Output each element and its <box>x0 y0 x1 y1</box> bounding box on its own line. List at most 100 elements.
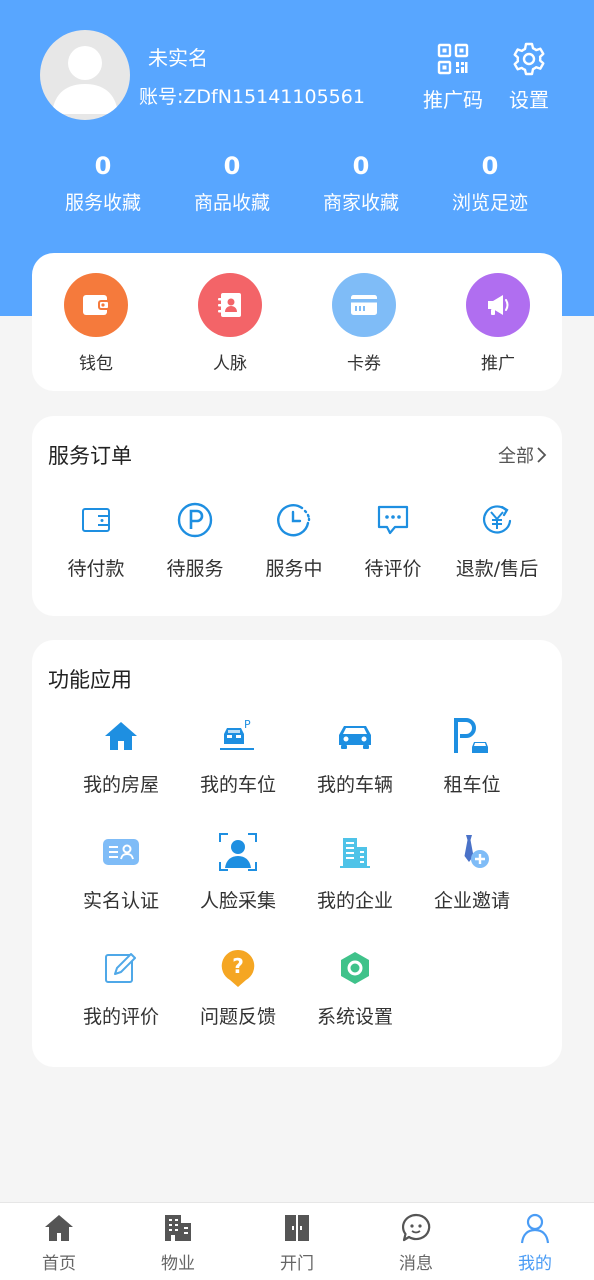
chevron-right-icon <box>537 447 547 463</box>
view-all-label: 全部 <box>498 446 534 467</box>
order-status-label: 退款/售后 <box>455 558 539 580</box>
home-icon <box>45 1215 73 1241</box>
card-icon <box>332 273 396 337</box>
function-label: 我的企业 <box>316 890 393 912</box>
tab-label: 消息 <box>399 1254 433 1274</box>
func-feedback[interactable]: ? 问题反馈 <box>183 946 293 1029</box>
function-label: 我的车辆 <box>316 774 393 796</box>
tab-mine[interactable]: 我的 <box>495 1211 575 1274</box>
parking-spot-icon: P <box>220 718 254 750</box>
order-pending-service[interactable]: 待服务 <box>145 500 245 581</box>
order-status-label: 待服务 <box>166 558 224 580</box>
tab-home[interactable]: 首页 <box>19 1211 99 1274</box>
id-card-icon <box>103 839 139 865</box>
order-in-service[interactable]: 服务中 <box>244 500 344 581</box>
func-my-enterprise[interactable]: 我的企业 <box>300 830 410 913</box>
stat-value: 0 <box>94 152 112 180</box>
wallet-icon <box>64 273 128 337</box>
bottom-tab-bar: 首页 物业 开门 消息 我的 <box>0 1202 594 1280</box>
order-pending-payment[interactable]: 待付款 <box>46 500 146 581</box>
order-status-label: 待付款 <box>67 558 125 580</box>
stat-label: 商家收藏 <box>322 192 399 214</box>
func-enterprise-invite[interactable]: 企业邀请 <box>417 830 527 913</box>
function-label: 系统设置 <box>316 1006 393 1028</box>
car-icon <box>339 726 371 749</box>
quick-action-label: 钱包 <box>79 354 113 374</box>
func-my-vehicle[interactable]: 我的车辆 <box>300 714 410 797</box>
service-orders-title: 服务订单 <box>48 444 132 468</box>
quick-contacts[interactable]: 人脉 <box>185 273 275 374</box>
tab-property[interactable]: 物业 <box>138 1211 218 1274</box>
func-my-house[interactable]: 我的房屋 <box>66 714 176 797</box>
question-icon: ? <box>221 949 255 987</box>
gear-icon <box>513 42 545 76</box>
func-face-capture[interactable]: 人脸采集 <box>183 830 293 913</box>
tab-label: 首页 <box>42 1254 76 1274</box>
functions-card: 功能应用 我的房屋 P 我的车位 我的车辆 租车位 实名认证 人脸采集 我的企业… <box>32 640 562 1067</box>
quick-action-label: 卡券 <box>347 354 381 374</box>
quick-action-label: 推广 <box>481 354 515 374</box>
stat-browse-history[interactable]: 0 浏览足迹 <box>430 150 550 215</box>
promo-code-label: 推广码 <box>423 88 483 112</box>
function-label: 我的评价 <box>82 1006 159 1028</box>
stat-label: 服务收藏 <box>64 192 141 214</box>
order-pending-review[interactable]: 待评价 <box>343 500 443 581</box>
contacts-icon <box>198 273 262 337</box>
rent-parking-icon <box>454 718 488 753</box>
user-name: 未实名 <box>148 46 208 70</box>
stat-service-favorites[interactable]: 0 服务收藏 <box>43 150 163 215</box>
quick-coupons[interactable]: 卡券 <box>319 273 409 374</box>
quick-actions-card: 钱包 人脉 卡券 推广 <box>32 253 562 391</box>
stat-value: 0 <box>352 152 370 180</box>
func-my-parking-spot[interactable]: P 我的车位 <box>183 714 293 797</box>
refund-yen-icon <box>483 505 512 534</box>
svg-text:P: P <box>244 718 251 731</box>
tab-label: 物业 <box>161 1254 195 1274</box>
func-rent-parking[interactable]: 租车位 <box>417 714 527 797</box>
megaphone-icon <box>466 273 530 337</box>
func-system-settings[interactable]: 系统设置 <box>300 946 410 1029</box>
tab-label: 开门 <box>280 1254 314 1274</box>
settings-label: 设置 <box>509 88 549 112</box>
settings-button[interactable]: 设置 <box>496 40 562 113</box>
house-icon <box>105 722 137 750</box>
comment-icon <box>377 505 409 535</box>
stat-product-favorites[interactable]: 0 商品收藏 <box>172 150 292 215</box>
order-status-label: 待评价 <box>364 558 422 580</box>
stat-label: 浏览足迹 <box>451 192 528 214</box>
service-orders-card: 服务订单 全部 待付款 待服务 服务中 待评价 退款/售后 <box>32 416 562 616</box>
user-account: 账号:ZDfN15141105561 <box>139 86 365 108</box>
quick-action-label: 人脉 <box>213 354 247 374</box>
avatar[interactable] <box>40 30 130 120</box>
quick-wallet[interactable]: 钱包 <box>51 273 141 374</box>
func-my-reviews[interactable]: 我的评价 <box>66 946 176 1029</box>
tab-label: 我的 <box>518 1254 552 1274</box>
function-label: 问题反馈 <box>199 1006 276 1028</box>
function-label: 租车位 <box>443 774 501 796</box>
parking-p-icon <box>177 502 213 538</box>
message-icon <box>401 1213 431 1242</box>
stat-value: 0 <box>223 152 241 180</box>
order-refund-after-sales[interactable]: 退款/售后 <box>442 500 552 581</box>
property-icon <box>165 1215 191 1241</box>
building-icon <box>340 838 370 868</box>
user-icon <box>520 1213 550 1244</box>
tab-messages[interactable]: 消息 <box>376 1211 456 1274</box>
quick-promotion[interactable]: 推广 <box>453 273 543 374</box>
invite-icon <box>464 835 489 868</box>
function-label: 人脸采集 <box>199 890 276 912</box>
hexagon-settings-icon <box>341 952 369 984</box>
view-all-orders-link[interactable]: 全部 <box>498 442 548 468</box>
function-label: 我的车位 <box>199 774 276 796</box>
clock-icon <box>277 504 311 537</box>
tab-open-door[interactable]: 开门 <box>257 1211 337 1274</box>
promo-code-button[interactable]: 推广码 <box>420 40 486 113</box>
func-real-name-auth[interactable]: 实名认证 <box>66 830 176 913</box>
wallet-outline-icon <box>82 508 110 532</box>
stat-merchant-favorites[interactable]: 0 商家收藏 <box>301 150 421 215</box>
functions-title: 功能应用 <box>48 668 132 692</box>
edit-icon <box>105 953 136 983</box>
face-scan-icon <box>219 833 257 871</box>
function-label: 我的房屋 <box>82 774 159 796</box>
order-status-label: 服务中 <box>265 558 323 580</box>
